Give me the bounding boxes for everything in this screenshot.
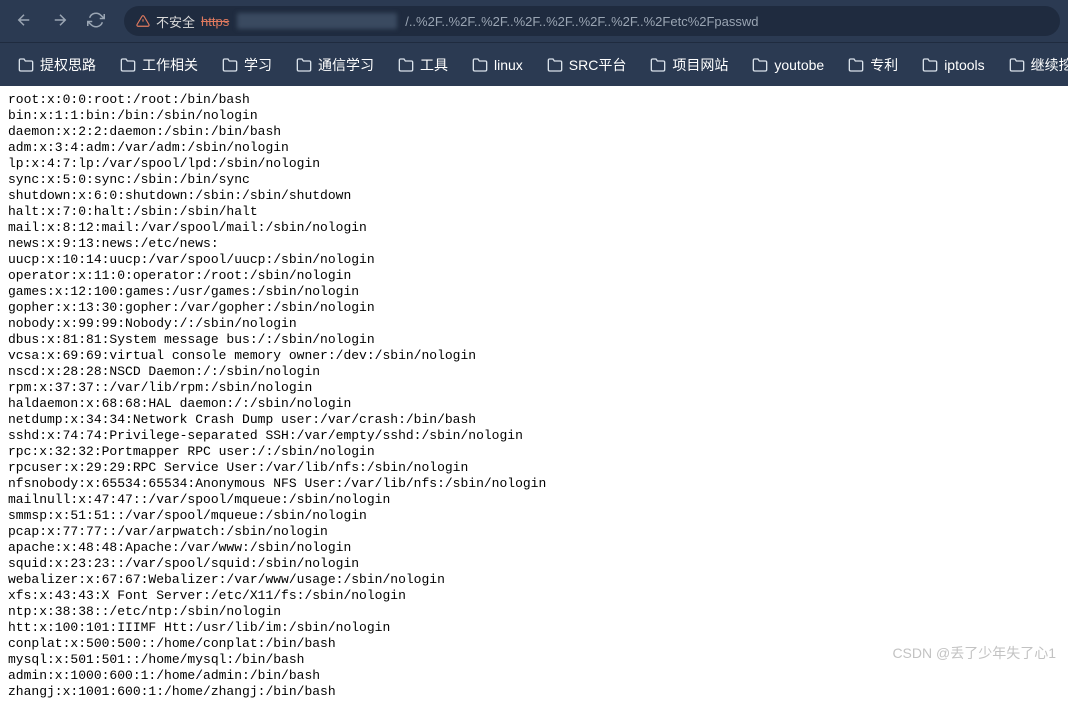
folder-icon [848, 57, 864, 73]
folder-icon [398, 57, 414, 73]
bookmark-item[interactable]: youtobe [742, 51, 834, 79]
bookmark-item[interactable]: 学习 [212, 49, 282, 81]
warning-triangle-icon [136, 14, 150, 28]
passwd-line: netdump:x:34:34:Network Crash Dump user:… [8, 412, 1060, 428]
address-bar[interactable]: 不安全 https /..%2F..%2F..%2F..%2F..%2F..%2… [124, 6, 1060, 36]
nav-reload-button[interactable] [80, 5, 112, 37]
bookmark-label: SRC平台 [569, 55, 627, 75]
bookmark-label: 项目网站 [672, 55, 728, 75]
bookmark-label: 通信学习 [318, 55, 374, 75]
passwd-line: apache:x:48:48:Apache:/var/www:/sbin/nol… [8, 540, 1060, 556]
bookmark-item[interactable]: SRC平台 [537, 49, 637, 81]
passwd-line: haldaemon:x:68:68:HAL daemon:/:/sbin/nol… [8, 396, 1060, 412]
bookmark-label: 专利 [870, 55, 898, 75]
passwd-line: bin:x:1:1:bin:/bin:/sbin/nologin [8, 108, 1060, 124]
folder-icon [120, 57, 136, 73]
passwd-line: gopher:x:13:30:gopher:/var/gopher:/sbin/… [8, 300, 1060, 316]
passwd-line: xfs:x:43:43:X Font Server:/etc/X11/fs:/s… [8, 588, 1060, 604]
passwd-line: sync:x:5:0:sync:/sbin:/bin/sync [8, 172, 1060, 188]
nav-forward-button[interactable] [44, 5, 76, 37]
passwd-line: rpm:x:37:37::/var/lib/rpm:/sbin/nologin [8, 380, 1060, 396]
folder-icon [1009, 57, 1025, 73]
url-path: /..%2F..%2F..%2F..%2F..%2F..%2F..%2F..%2… [405, 14, 758, 29]
reload-icon [87, 11, 105, 32]
passwd-line: mailnull:x:47:47::/var/spool/mqueue:/sbi… [8, 492, 1060, 508]
passwd-line: mail:x:8:12:mail:/var/spool/mail:/sbin/n… [8, 220, 1060, 236]
passwd-line: webalizer:x:67:67:Webalizer:/var/www/usa… [8, 572, 1060, 588]
bookmark-item[interactable]: 通信学习 [286, 49, 384, 81]
bookmark-item[interactable]: 提权思路 [8, 49, 106, 81]
passwd-line: nfsnobody:x:65534:65534:Anonymous NFS Us… [8, 476, 1060, 492]
folder-icon [547, 57, 563, 73]
folder-icon [296, 57, 312, 73]
passwd-line: lp:x:4:7:lp:/var/spool/lpd:/sbin/nologin [8, 156, 1060, 172]
passwd-line: games:x:12:100:games:/usr/games:/sbin/no… [8, 284, 1060, 300]
nav-back-button[interactable] [8, 5, 40, 37]
passwd-line: pcap:x:77:77::/var/arpwatch:/sbin/nologi… [8, 524, 1060, 540]
bookmark-item[interactable]: iptools [912, 51, 994, 79]
passwd-line: sshd:x:74:74:Privilege-separated SSH:/va… [8, 428, 1060, 444]
bookmark-item[interactable]: 专利 [838, 49, 908, 81]
folder-icon [752, 57, 768, 73]
url-blurred-host [237, 13, 397, 29]
passwd-line: daemon:x:2:2:daemon:/sbin:/bin/bash [8, 124, 1060, 140]
insecure-label: 不安全 [156, 12, 195, 31]
watermark: CSDN @丢了少年失了心1 [892, 643, 1056, 663]
passwd-line: shutdown:x:6:0:shutdown:/sbin:/sbin/shut… [8, 188, 1060, 204]
passwd-line: root:x:0:0:root:/root:/bin/bash [8, 92, 1060, 108]
passwd-line: ntp:x:38:38::/etc/ntp:/sbin/nologin [8, 604, 1060, 620]
folder-icon [18, 57, 34, 73]
passwd-line: smmsp:x:51:51::/var/spool/mqueue:/sbin/n… [8, 508, 1060, 524]
bookmark-item[interactable]: 继续挖掘 [999, 49, 1068, 81]
folder-icon [472, 57, 488, 73]
bookmark-label: iptools [944, 57, 984, 73]
passwd-line: squid:x:23:23::/var/spool/squid:/sbin/no… [8, 556, 1060, 572]
bookmark-label: 提权思路 [40, 55, 96, 75]
passwd-line: vcsa:x:69:69:virtual console memory owne… [8, 348, 1060, 364]
bookmark-label: 工具 [420, 55, 448, 75]
bookmark-label: 工作相关 [142, 55, 198, 75]
passwd-line: admin:x:1000:600:1:/home/admin:/bin/bash [8, 668, 1060, 684]
url-scheme: https [201, 14, 229, 29]
arrow-left-icon [15, 11, 33, 32]
arrow-right-icon [51, 11, 69, 32]
passwd-line: dbus:x:81:81:System message bus:/:/sbin/… [8, 332, 1060, 348]
bookmark-item[interactable]: 项目网站 [640, 49, 738, 81]
passwd-line: operator:x:11:0:operator:/root:/sbin/nol… [8, 268, 1060, 284]
bookmark-label: linux [494, 57, 523, 73]
passwd-line: rpcuser:x:29:29:RPC Service User:/var/li… [8, 460, 1060, 476]
passwd-line: nobody:x:99:99:Nobody:/:/sbin/nologin [8, 316, 1060, 332]
bookmark-item[interactable]: 工作相关 [110, 49, 208, 81]
passwd-line: rpc:x:32:32:Portmapper RPC user:/:/sbin/… [8, 444, 1060, 460]
page-content: root:x:0:0:root:/root:/bin/bashbin:x:1:1… [0, 86, 1068, 706]
passwd-line: nscd:x:28:28:NSCD Daemon:/:/sbin/nologin [8, 364, 1060, 380]
browser-toolbar: 不安全 https /..%2F..%2F..%2F..%2F..%2F..%2… [0, 0, 1068, 42]
passwd-line: htt:x:100:101:IIIMF Htt:/usr/lib/im:/sbi… [8, 620, 1060, 636]
bookmark-label: 继续挖掘 [1031, 55, 1068, 75]
passwd-line: news:x:9:13:news:/etc/news: [8, 236, 1060, 252]
folder-icon [922, 57, 938, 73]
passwd-line: adm:x:3:4:adm:/var/adm:/sbin/nologin [8, 140, 1060, 156]
passwd-line: zhangj:x:1001:600:1:/home/zhangj:/bin/ba… [8, 684, 1060, 700]
bookmark-item[interactable]: 工具 [388, 49, 458, 81]
bookmark-label: 学习 [244, 55, 272, 75]
bookmarks-bar: 提权思路 工作相关 学习 通信学习 工具 linux SRC平台 项目网站 youtobe 专利 i… [0, 42, 1068, 86]
passwd-line: uucp:x:10:14:uucp:/var/spool/uucp:/sbin/… [8, 252, 1060, 268]
bookmark-label: youtobe [774, 57, 824, 73]
folder-icon [222, 57, 238, 73]
folder-icon [650, 57, 666, 73]
bookmark-item[interactable]: linux [462, 51, 533, 79]
passwd-line: halt:x:7:0:halt:/sbin:/sbin/halt [8, 204, 1060, 220]
